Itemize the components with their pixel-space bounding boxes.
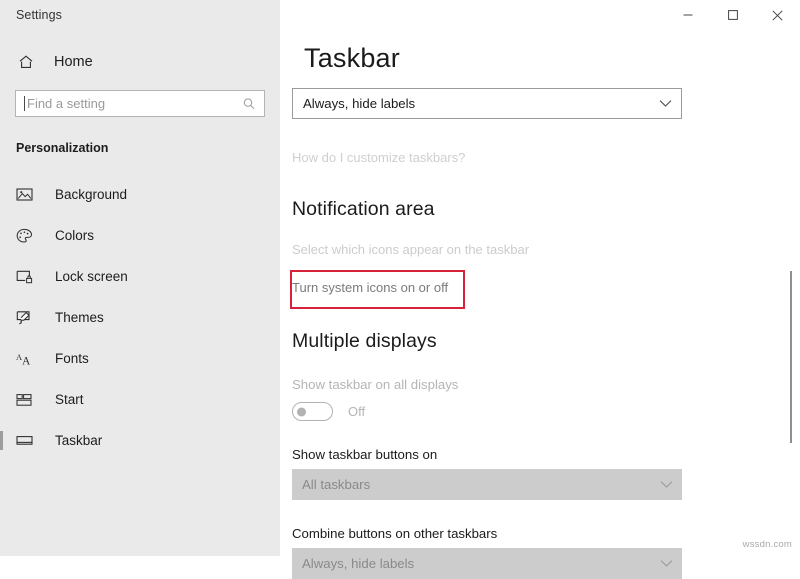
turn-system-icons-link[interactable]: Turn system icons on or off [292,280,448,295]
sidebar-home-label: Home [54,54,93,70]
start-tiles-icon [16,390,38,410]
dropdown-value: All taskbars [302,477,370,492]
combine-other-taskbars-dropdown[interactable]: Always, hide labels [292,548,682,579]
sidebar-item-label: Lock screen [55,269,128,284]
svg-text:A: A [22,355,31,366]
settings-window: Settings Home Personalization [0,0,800,556]
sidebar-item-label: Taskbar [55,433,102,448]
taskbar-icon [16,431,38,451]
sidebar-item-label: Colors [55,228,94,243]
sidebar-item-fonts[interactable]: A A Fonts [0,338,280,379]
search-box[interactable] [15,90,265,117]
customize-taskbars-link[interactable]: How do I customize taskbars? [292,150,800,165]
dropdown-value: Always, hide labels [302,556,414,571]
turn-system-icons-row[interactable]: Turn system icons on or off [292,279,467,297]
chevron-down-icon [660,559,673,568]
select-icons-link[interactable]: Select which icons appear on the taskbar [292,242,800,257]
sidebar-item-background[interactable]: Background [0,174,280,215]
content-scrollbar[interactable] [788,31,797,556]
search-icon[interactable] [242,97,256,111]
notification-area-heading: Notification area [292,198,800,221]
picture-icon [16,185,38,205]
maximize-button[interactable] [710,0,755,30]
combine-buttons-dropdown[interactable]: Always, hide labels [292,88,682,119]
sidebar-item-label: Themes [55,310,104,325]
lock-screen-icon [16,267,38,287]
show-taskbar-buttons-on-dropdown[interactable]: All taskbars [292,469,682,500]
show-taskbar-buttons-on-label: Show taskbar buttons on [292,447,800,462]
minimize-button[interactable] [665,0,710,30]
sidebar-item-lock-screen[interactable]: Lock screen [0,256,280,297]
sidebar-item-home[interactable]: Home [0,48,280,76]
dropdown-value: Always, hide labels [303,96,415,111]
content-body: Taskbar Always, hide labels How do I cus… [280,43,800,579]
app-title: Settings [0,0,280,22]
window-titlebar [280,0,800,31]
themes-brush-icon [16,308,38,328]
chevron-down-icon [659,99,672,108]
combine-other-taskbars-label: Combine buttons on other taskbars [292,526,800,541]
toggle-state-label: Off [348,404,365,419]
home-icon [16,52,36,72]
close-button[interactable] [755,0,800,30]
search-input[interactable] [25,91,229,116]
watermark: wssdn.com [743,539,792,550]
sidebar-item-label: Start [55,392,84,407]
sidebar-item-colors[interactable]: Colors [0,215,280,256]
sidebar-item-themes[interactable]: Themes [0,297,280,338]
sidebar: Settings Home Personalization [0,0,280,556]
chevron-down-icon [660,480,673,489]
content-pane: Taskbar Always, hide labels How do I cus… [280,0,800,556]
palette-icon [16,226,38,246]
show-taskbar-all-displays-label: Show taskbar on all displays [292,377,800,392]
fonts-aa-icon: A A [16,349,38,369]
sidebar-item-taskbar[interactable]: Taskbar [0,420,280,461]
sidebar-item-start[interactable]: Start [0,379,280,420]
show-taskbar-all-displays-row: Off [292,402,800,421]
show-taskbar-all-displays-toggle[interactable] [292,402,333,421]
sidebar-item-label: Background [55,187,127,202]
sidebar-item-label: Fonts [55,351,89,366]
sidebar-nav-list: Background Colors [0,174,280,461]
page-title: Taskbar [304,43,800,74]
toggle-knob [297,407,306,416]
multiple-displays-heading: Multiple displays [292,330,800,353]
sidebar-category-heading: Personalization [0,141,280,155]
scrollbar-thumb[interactable] [790,271,792,443]
